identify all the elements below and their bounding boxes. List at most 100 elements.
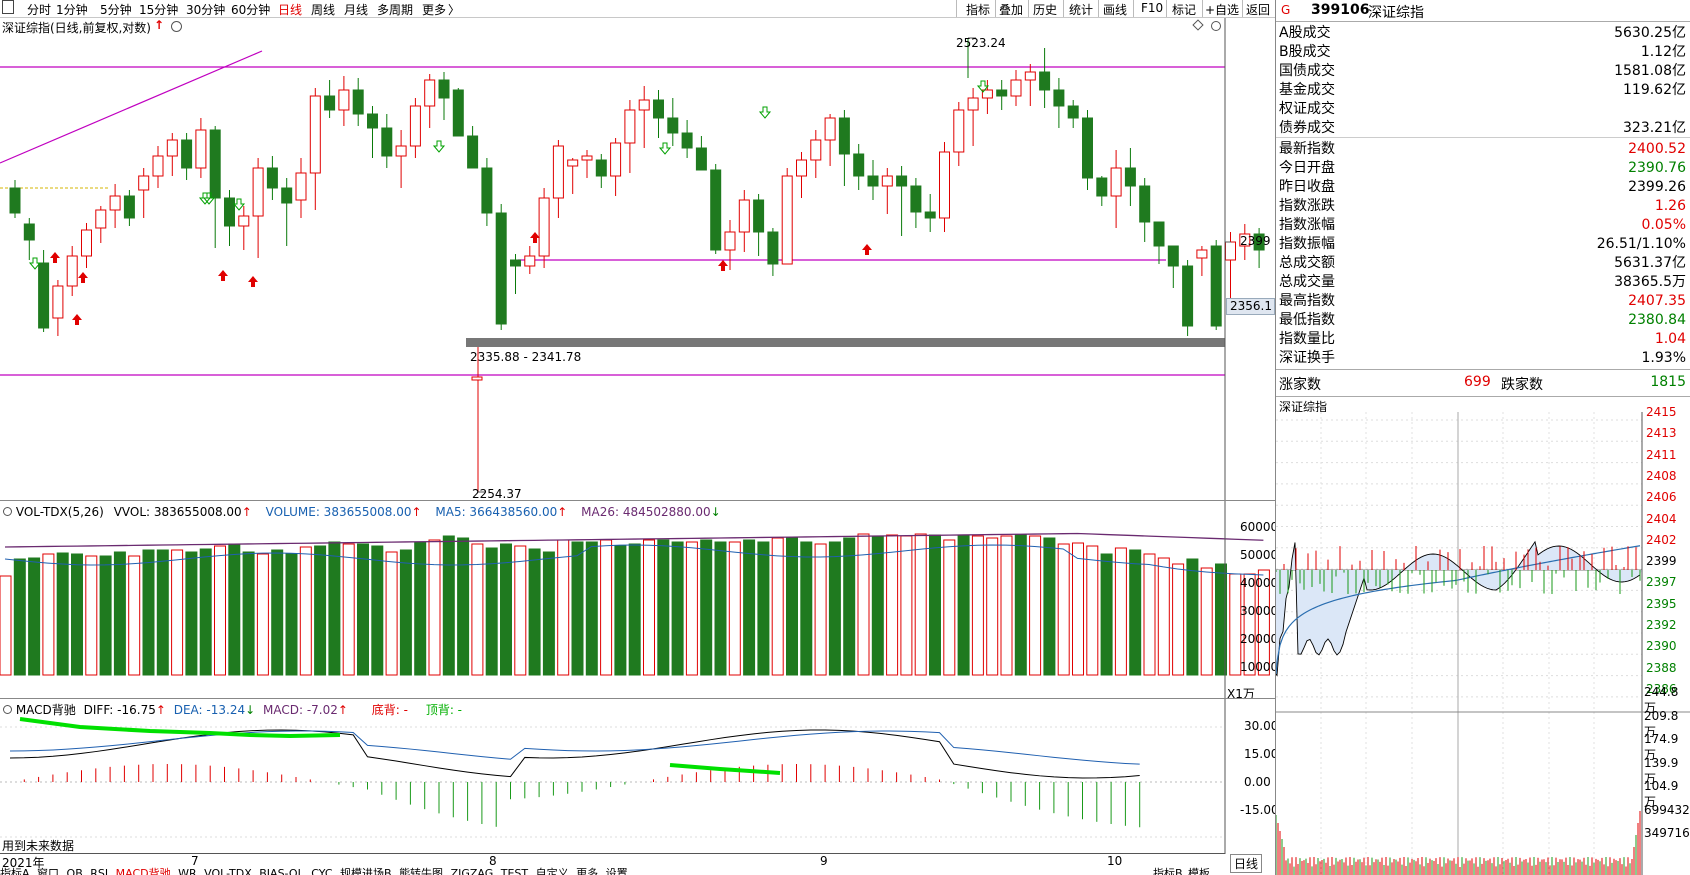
- quote-row: 指数量比 1.04: [1279, 330, 1686, 349]
- period-weekly[interactable]: 周线: [311, 1, 335, 18]
- stock-code: 399106: [1311, 2, 1370, 18]
- volume-toggle-icon[interactable]: [3, 507, 12, 516]
- volume-bar: [156, 549, 169, 676]
- macd-name: MACD背驰: [15, 703, 76, 717]
- tab-test[interactable]: TEST: [501, 867, 528, 875]
- quote-row: 指数涨跌 1.26: [1279, 197, 1686, 216]
- btn-add-favorite[interactable]: +自选: [1205, 1, 1239, 18]
- volume-bar: [1186, 558, 1199, 676]
- quote-panel: G 399106 深证综指 A股成交 5630.25亿 B股成交 1.12亿 国债成交 1…: [1275, 0, 1690, 875]
- tab-macd[interactable]: MACD背驰: [116, 867, 171, 875]
- candle-up: [953, 109, 965, 153]
- quote-label: 指数涨幅: [1279, 217, 1335, 233]
- volume-bar: [571, 541, 584, 676]
- volume-bar: [614, 545, 627, 676]
- intraday-price-tick: 2392: [1646, 618, 1677, 632]
- candle-down: [481, 167, 493, 214]
- more-arrow-icon[interactable]: 〉: [448, 1, 460, 18]
- volume-bar: [1086, 545, 1099, 676]
- macd-value: MACD: -7.02: [263, 703, 338, 717]
- candle-up: [1196, 249, 1208, 259]
- tab-bias-ql[interactable]: BIAS-QL: [259, 867, 303, 875]
- stock-flag: G: [1281, 3, 1291, 17]
- tab-scale-entry[interactable]: 规模进场B: [340, 867, 392, 875]
- period-15min[interactable]: 15分钟: [139, 1, 178, 18]
- volume-bar: [628, 543, 641, 676]
- tab-more[interactable]: 更多: [576, 867, 598, 875]
- menu-icon[interactable]: [2, 0, 14, 14]
- quote-value: 2399.26: [1628, 179, 1686, 195]
- btn-mark[interactable]: 标记: [1172, 1, 1196, 18]
- btn-f10[interactable]: F10: [1141, 1, 1163, 15]
- volume-bar: [1172, 563, 1185, 676]
- volume-panel[interactable]: VOL-TDX(5,26) VVOL: 383655008.00↑ VOLUME…: [0, 500, 1278, 702]
- volume-bar: [471, 543, 484, 676]
- volume-bar: [414, 541, 427, 676]
- tab-zigzag[interactable]: ZIGZAG: [451, 867, 494, 875]
- settings-dropdown-icon[interactable]: [171, 21, 182, 32]
- period-30min[interactable]: 30分钟: [186, 1, 225, 18]
- tab-vol-tdx[interactable]: VOL-TDX: [204, 867, 252, 875]
- quote-label: 基金成交: [1279, 82, 1335, 98]
- quote-value: 2407.35: [1628, 293, 1686, 309]
- candle-down: [495, 212, 507, 325]
- period-tick[interactable]: 分时: [27, 1, 51, 18]
- tab-template[interactable]: 模板: [1188, 867, 1210, 875]
- intraday-price-tick: 2390: [1646, 639, 1677, 654]
- tab-window[interactable]: 窗口: [37, 867, 59, 875]
- volume-bar: [256, 553, 269, 676]
- period-5min[interactable]: 5分钟: [100, 1, 132, 18]
- quote-value: 26.51/1.10%: [1596, 236, 1686, 252]
- btn-stats[interactable]: 统计: [1069, 1, 1093, 18]
- btn-history[interactable]: 历史: [1033, 1, 1057, 18]
- title-arrow-icon: ↑: [154, 18, 165, 32]
- tab-settings[interactable]: 设置: [606, 867, 628, 875]
- btn-draw[interactable]: 画线: [1103, 1, 1127, 18]
- candle-up: [109, 195, 121, 211]
- candle-up: [824, 117, 836, 141]
- tab-rsi[interactable]: RSI: [90, 867, 108, 875]
- tab-indicator-a[interactable]: 指标A: [0, 867, 30, 875]
- period-monthly[interactable]: 月线: [344, 1, 368, 18]
- period-1min[interactable]: 1分钟: [56, 1, 88, 18]
- candle-down: [1139, 185, 1151, 223]
- tab-cyc[interactable]: CYC: [311, 867, 332, 875]
- circle-icon[interactable]: [1211, 21, 1221, 31]
- period-indicator[interactable]: 日线: [1230, 854, 1263, 873]
- tab-bull-chart[interactable]: 熊转牛图: [399, 867, 443, 875]
- quote-row: 深证换手 1.93%: [1279, 349, 1686, 368]
- volume-bar: [528, 548, 541, 676]
- period-60min[interactable]: 60分钟: [231, 1, 270, 18]
- quote-value: 1581.08亿: [1614, 63, 1686, 79]
- btn-overlay[interactable]: 叠加: [999, 1, 1023, 18]
- candle-down: [266, 167, 278, 189]
- btn-back[interactable]: 返回: [1246, 1, 1270, 18]
- volume-bar: [1057, 543, 1070, 676]
- macd-panel[interactable]: MACD背驰 DIFF: -16.75↑ DEA: -13.24↓ MACD: …: [0, 698, 1279, 854]
- candle-up: [1225, 241, 1236, 261]
- tab-ob[interactable]: OB: [67, 867, 83, 875]
- candlestick-panel[interactable]: 深证综指(日线,前复权,对数) ↑ 2523.24 2335.88 - 2341…: [0, 18, 1275, 501]
- quote-value: 5630.25亿: [1614, 25, 1686, 41]
- period-multi[interactable]: 多周期: [377, 1, 413, 18]
- quote-value: 1.04: [1654, 331, 1686, 347]
- quote-value: 38365.5万: [1614, 274, 1686, 290]
- btn-indicator[interactable]: 指标: [966, 1, 990, 18]
- tab-custom[interactable]: 自定义: [536, 867, 569, 875]
- intraday-price-tick: 2395: [1646, 596, 1677, 611]
- candle-down: [767, 231, 779, 265]
- tab-indicator-b[interactable]: 指标B: [1153, 867, 1183, 875]
- buy-arrow-icon: [718, 260, 728, 271]
- dea-value: DEA: -13.24: [173, 703, 246, 717]
- high-label: 2523.24: [956, 36, 1006, 50]
- period-daily[interactable]: 日线: [278, 1, 302, 18]
- volume-bar: [342, 543, 355, 676]
- volume-chart: [0, 501, 1270, 699]
- quote-label: A股成交: [1279, 25, 1331, 41]
- tab-wr[interactable]: WR: [178, 867, 197, 875]
- period-more[interactable]: 更多: [422, 1, 446, 18]
- intraday-vol-tick: 349716: [1644, 826, 1690, 840]
- macd-toggle-icon[interactable]: [3, 705, 12, 714]
- candle-up: [1010, 79, 1022, 97]
- quote-row: 最新指数 2400.52: [1279, 140, 1686, 159]
